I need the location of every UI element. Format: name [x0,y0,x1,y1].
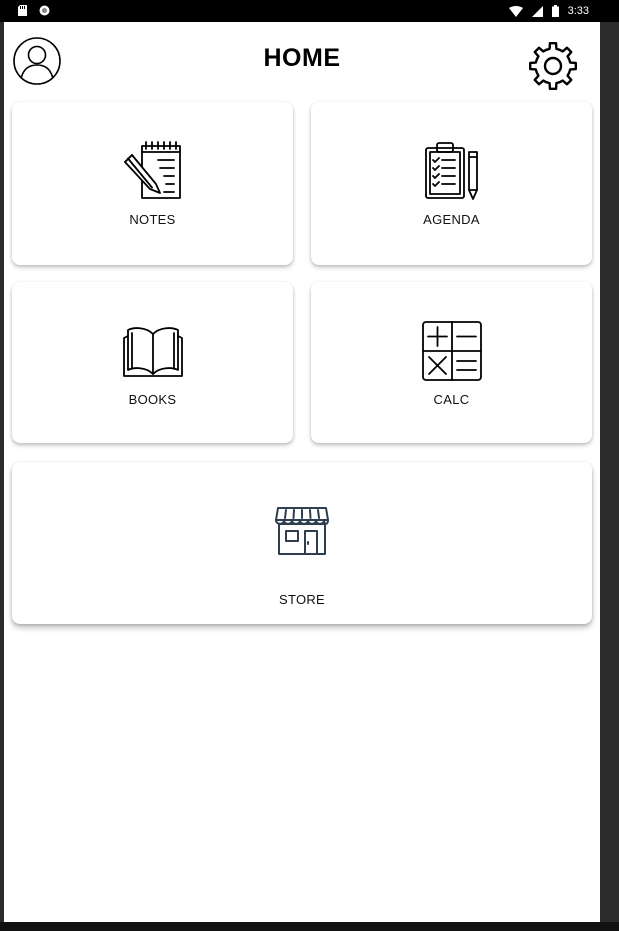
notepad-pencil-icon [123,141,181,199]
sd-card-icon [18,5,27,16]
storefront-icon [275,507,329,555]
notes-tile[interactable]: NOTES [12,102,293,265]
agenda-label: AGENDA [423,212,480,227]
app-header: HOME [4,22,600,102]
notes-label: NOTES [129,212,176,227]
books-tile[interactable]: BOOKS [12,282,293,443]
battery-icon [551,5,559,17]
status-time: 3:33 [567,5,589,17]
agenda-tile[interactable]: AGENDA [311,102,592,265]
navigation-bar [0,922,619,931]
store-label: STORE [278,592,326,607]
calc-tile[interactable]: CALC [311,282,592,443]
wifi-icon [508,5,523,17]
status-left [18,5,50,16]
open-book-icon [122,327,183,377]
books-label: BOOKS [128,392,177,407]
gear-icon [529,42,577,90]
calc-label: CALC [433,392,470,407]
store-tile[interactable]: STORE [12,462,592,624]
page-title: HOME [263,44,341,72]
status-bar: 3:33 [0,0,619,22]
clipboard-checklist-icon [424,142,478,200]
status-right: 3:33 [508,4,589,18]
settings-button[interactable] [527,40,579,92]
circle-status-icon [39,5,50,16]
home-screen: HOME NOTES AGENDA BOOKS CALC STORE [4,22,600,922]
calculator-icon [421,321,482,381]
signal-icon [531,5,543,17]
